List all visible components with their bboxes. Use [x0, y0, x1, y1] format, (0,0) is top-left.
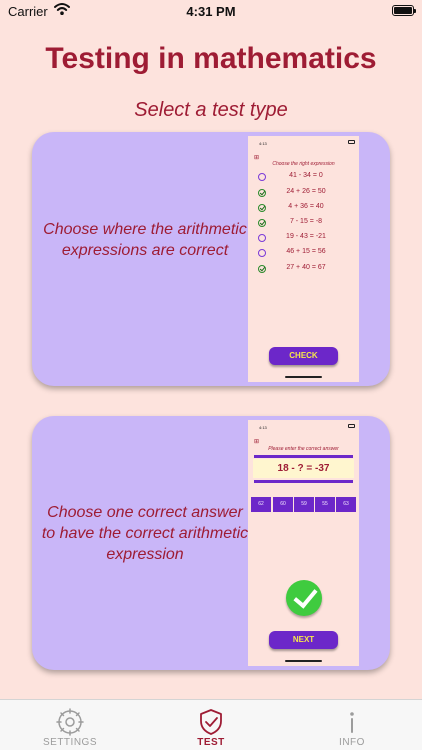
expression-text: 7 - 15 = -8 — [289, 218, 323, 225]
expression-row: 24 + 26 = 50 — [256, 187, 356, 199]
preview-time: 4:13 — [259, 425, 267, 430]
card-description: Choose where the arithmetic expressions … — [43, 221, 247, 259]
preview-grid-icon: ⊞ — [254, 155, 260, 161]
expression-text: 24 + 26 = 50 — [286, 188, 326, 195]
tab-settings[interactable]: SETTINGS — [0, 700, 140, 750]
tab-info[interactable]: INFO — [282, 700, 422, 750]
tab-test[interactable]: TEST — [141, 700, 281, 750]
tab-bar: SETTINGS TEST INFO — [0, 699, 422, 750]
page-subtitle: Select a test type — [134, 99, 288, 121]
battery-icon — [392, 5, 416, 16]
status-time: 4:31 PM — [186, 4, 236, 19]
shield-check-icon — [200, 709, 222, 735]
home-indicator — [285, 660, 322, 662]
tab-label: SETTINGS — [42, 737, 97, 748]
answer-option: 55 — [315, 497, 335, 512]
preview-prompt: Please enter the correct answer — [268, 446, 339, 452]
expression-text: 41 - 34 = 0 — [289, 172, 323, 179]
status-bar: Carrier 4:31 PM — [0, 0, 422, 22]
expression-row: 7 - 15 = -8 — [256, 217, 356, 229]
divider — [254, 480, 353, 483]
preview-grid-icon: ⊞ — [254, 439, 260, 445]
expression-row: 41 - 34 = 0 — [256, 171, 356, 183]
preview-battery-icon — [348, 424, 355, 428]
test-type-card-expressions[interactable]: Choose where the arithmetic expressions … — [32, 132, 390, 386]
expression-row: 46 + 15 = 56 — [256, 247, 356, 259]
preview-question: 18 - ? = -37 — [253, 459, 354, 478]
tab-label: TEST — [197, 737, 225, 748]
info-icon — [350, 712, 354, 733]
preview-screenshot: 4:13 ⊞ Choose the right expression 41 - … — [248, 136, 359, 382]
answer-option: 59 — [294, 497, 314, 512]
expression-row: 19 - 43 = -21 — [256, 232, 356, 244]
page-title: Testing in mathematics — [45, 42, 377, 75]
gear-icon — [56, 708, 84, 736]
preview-prompt: Choose the right expression — [272, 161, 335, 167]
expression-row: 27 + 40 = 67 — [256, 263, 356, 275]
answer-option: 63 — [336, 497, 356, 512]
answer-option: 62 — [251, 497, 271, 512]
correct-checkmark-icon — [286, 580, 322, 616]
test-type-card-missing-number[interactable]: Choose one correct answer to have the co… — [32, 416, 390, 670]
preview-check-button: CHECK — [269, 347, 338, 365]
expression-text: 46 + 15 = 56 — [286, 248, 326, 255]
expression-text: 4 + 36 = 40 — [288, 203, 324, 210]
preview-time: 4:13 — [259, 141, 267, 146]
expression-row: 4 + 36 = 40 — [256, 202, 356, 214]
expression-text: 19 - 43 = -21 — [286, 233, 326, 240]
divider — [254, 455, 353, 458]
expression-text: 27 + 40 = 67 — [286, 264, 326, 271]
answer-option: 60 — [273, 497, 293, 512]
card-description: Choose one correct answer to have the co… — [41, 504, 249, 563]
preview-screenshot: 4:13 ⊞ Please enter the correct answer 1… — [248, 420, 359, 666]
home-indicator — [285, 376, 322, 378]
preview-battery-icon — [348, 140, 355, 144]
preview-next-button: NEXT — [269, 631, 338, 649]
tab-label: INFO — [339, 737, 365, 748]
